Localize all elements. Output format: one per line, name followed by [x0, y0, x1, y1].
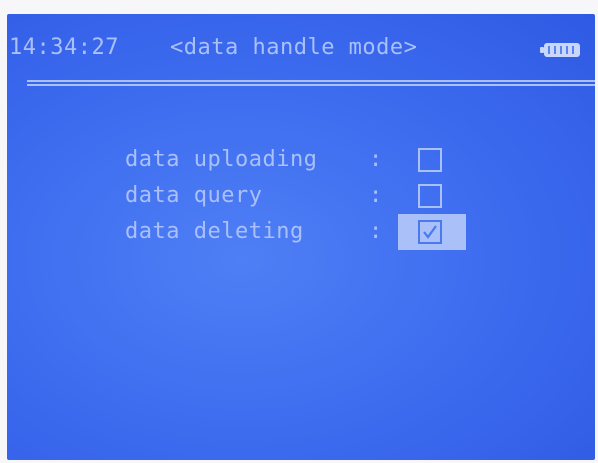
page-title: <data handle mode>: [170, 35, 418, 60]
status-header: 14:34:27 <data handle mode>: [7, 30, 595, 66]
menu-item-separator: :: [369, 183, 383, 208]
menu-item-data-deleting[interactable]: data deleting :: [7, 214, 595, 250]
checkmark-icon: [423, 225, 437, 239]
device-frame: 14:34:27 <data handle mode> data uploadi…: [0, 0, 598, 463]
header-divider: [27, 80, 595, 86]
battery-full-icon: [540, 43, 580, 57]
delete-checkbox[interactable]: [418, 220, 442, 244]
battery-level: [548, 46, 576, 54]
lcd-screen: 14:34:27 <data handle mode> data uploadi…: [7, 14, 595, 460]
clock-time: 14:34:27: [9, 35, 119, 60]
upload-checkbox[interactable]: [418, 148, 442, 172]
menu-item-label: data uploading: [125, 147, 318, 172]
menu-item-separator: :: [369, 219, 383, 244]
menu-item-data-uploading[interactable]: data uploading :: [7, 142, 595, 178]
menu-item-data-query[interactable]: data query :: [7, 178, 595, 214]
query-checkbox[interactable]: [418, 184, 442, 208]
menu-item-label: data deleting: [125, 219, 304, 244]
menu-item-label: data query: [125, 183, 263, 208]
battery-terminal: [540, 47, 544, 53]
menu-item-separator: :: [369, 147, 383, 172]
